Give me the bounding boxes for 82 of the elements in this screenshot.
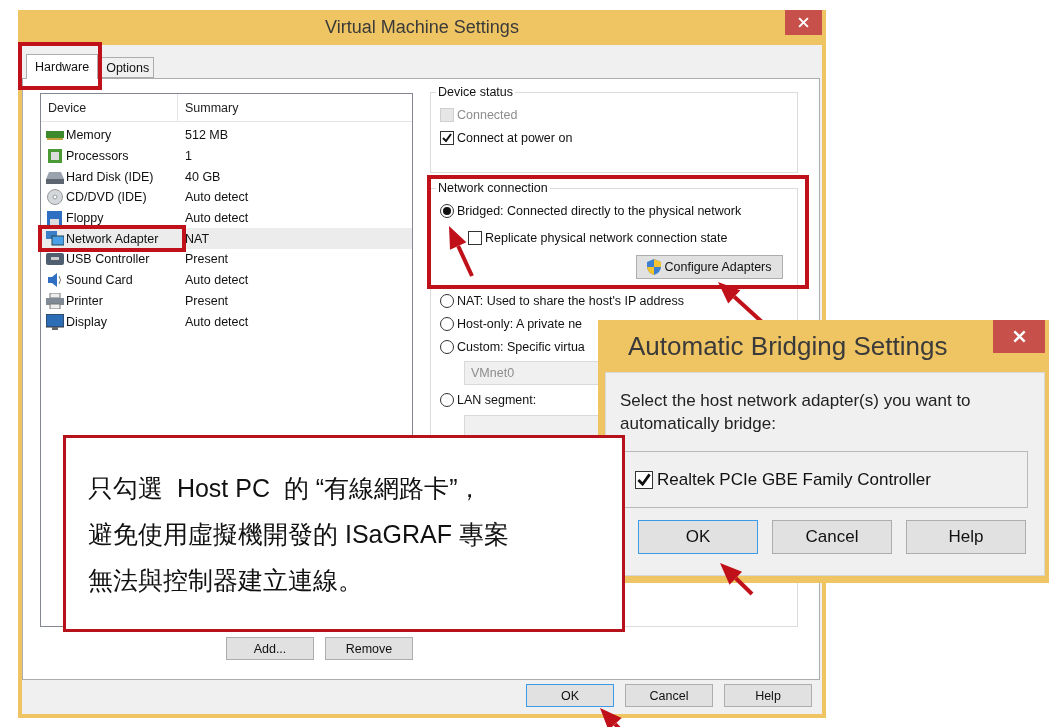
radio-label: Bridged: Connected directly to the physical network (457, 204, 742, 218)
close-button[interactable] (993, 320, 1045, 353)
callout-text: 避免使用虛擬機開發的 ISaGRAF 專案 (88, 518, 510, 550)
device-name: USB Controller (66, 252, 150, 267)
tab[interactable]: Hardware (26, 54, 99, 79)
device-summary: Auto detect (184, 314, 249, 329)
device-name: Printer (66, 293, 103, 308)
group-title: Network connection (437, 181, 549, 195)
device-row[interactable]: Memory 512 MB (41, 125, 412, 146)
pointer-arrow (720, 563, 754, 596)
sound-icon (46, 272, 64, 289)
checkbox-label: Connect at power on (457, 130, 573, 145)
radio-label: LAN segment: (457, 393, 537, 407)
dialog-button[interactable]: Help (724, 684, 812, 707)
device-row[interactable]: CD/DVD (IDE) Auto detect (41, 187, 412, 208)
device-button[interactable]: Add... (226, 637, 314, 660)
close-icon (1012, 330, 1026, 343)
callout-text: 只勾選 Host PC 的 “有線網路卡”， (88, 472, 484, 504)
device-name: Display (66, 314, 107, 329)
group-title: Device status (437, 85, 515, 99)
checkbox-label: Realtek PCIe GBE Family Controller (657, 469, 931, 490)
radio-button[interactable] (440, 204, 454, 218)
printer-icon (46, 292, 64, 309)
dialog-button[interactable]: Help (906, 520, 1026, 554)
dialog-button[interactable]: OK (526, 684, 614, 707)
callout-text: 無法與控制器建立連線。 (88, 564, 364, 596)
display-icon (46, 313, 64, 330)
device-name: Memory (66, 128, 112, 143)
device-summary: 40 GB (184, 169, 221, 184)
dialog-button[interactable]: Cancel (625, 684, 713, 707)
radio-button[interactable] (440, 316, 454, 331)
device-row[interactable]: Printer Present (41, 290, 412, 312)
radio-label: NAT: Used to share the host's IP address (457, 293, 685, 308)
device-name: Network Adapter (66, 231, 159, 246)
device-summary: 512 MB (184, 128, 229, 143)
device-summary: Present (184, 293, 229, 308)
device-summary: Auto detect (184, 211, 249, 226)
device-summary: Present (184, 252, 229, 267)
radio-button[interactable] (440, 293, 454, 308)
dialog-button[interactable]: Cancel (772, 520, 892, 554)
checkbox-label: Connected (457, 107, 518, 122)
checkbox[interactable] (635, 470, 653, 489)
device-name: Processors (66, 149, 129, 164)
radio-button[interactable] (440, 339, 454, 354)
device-summary: Auto detect (184, 190, 249, 205)
dialog-title: Automatic Bridging Settings (628, 330, 948, 362)
device-row[interactable]: Display Auto detect (41, 311, 412, 332)
device-row[interactable]: Sound Card Auto detect (41, 269, 412, 291)
checkbox[interactable] (440, 130, 454, 145)
usb-icon (46, 251, 64, 268)
device-name: Sound Card (66, 273, 133, 288)
column-header[interactable]: Device (41, 94, 178, 121)
device-button[interactable]: Remove (325, 637, 413, 660)
network-icon (46, 230, 64, 247)
dialog-button[interactable]: OK (638, 520, 758, 554)
device-summary: 1 (184, 149, 192, 164)
device-row[interactable]: Floppy Auto detect (41, 207, 412, 229)
device-row[interactable]: Network Adapter NAT (41, 228, 412, 250)
device-summary: Auto detect (184, 273, 249, 288)
device-name: CD/DVD (IDE) (66, 190, 147, 205)
device-summary: NAT (184, 231, 210, 246)
device-name: Hard Disk (IDE) (66, 169, 154, 184)
dropdown-value: VMnet0 (471, 366, 515, 380)
pointer-arrow (449, 226, 474, 277)
device-row[interactable]: Hard Disk (IDE) 40 GB (41, 166, 412, 188)
column-header[interactable]: Summary (178, 94, 239, 121)
checkbox-label: Replicate physical network connection state (485, 231, 728, 245)
device-name: Floppy (66, 211, 104, 226)
close-button[interactable] (785, 10, 822, 35)
prompt-text: Select the host network adapter(s) you want to automatically bridge: (620, 390, 972, 435)
cd-icon (46, 189, 64, 206)
radio-label: Host-only: A private ne (457, 316, 583, 331)
device-row[interactable]: Processors 1 (41, 145, 412, 167)
configure-adapters-button[interactable]: Configure Adapters (636, 255, 783, 279)
radio-label: Custom: Specific virtua (457, 339, 585, 354)
checkbox[interactable] (468, 231, 482, 245)
close-icon (798, 17, 809, 28)
window-title: Virtual Machine Settings (325, 17, 519, 38)
processor-icon (46, 148, 64, 165)
shield-icon (647, 259, 662, 275)
device-row[interactable]: USB Controller Present (41, 249, 412, 270)
radio-button[interactable] (440, 393, 454, 407)
